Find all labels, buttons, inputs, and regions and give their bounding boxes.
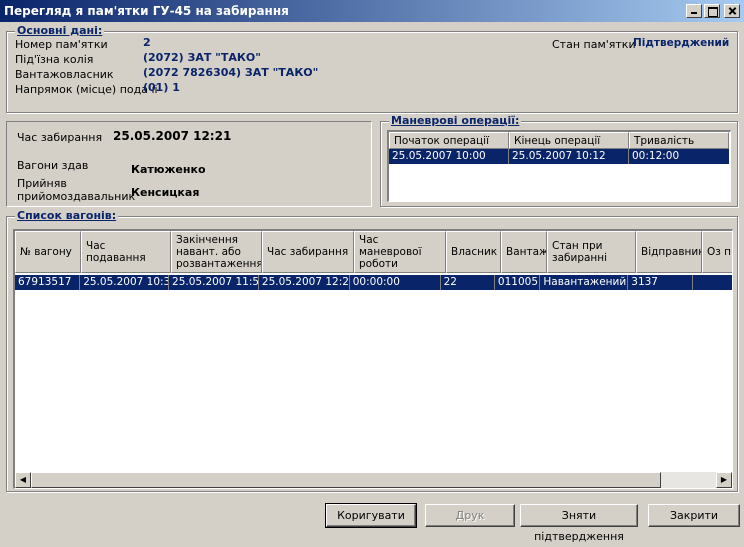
wagons-col-pickup[interactable]: Час забирання <box>262 231 354 273</box>
wagons-group: Список вагонів: № вагону Час подавання З… <box>6 209 738 492</box>
wagons-cell-state: Навантажений <box>540 275 629 290</box>
accepted-value: Кенсицкая <box>131 186 200 199</box>
wagons-header: № вагону Час подавання Закінчення навант… <box>15 231 732 273</box>
maximize-icon[interactable] <box>704 4 720 18</box>
accepted-label-1: Прийняв <box>17 177 67 190</box>
scroll-thumb[interactable] <box>31 472 661 488</box>
handed-value: Катюженко <box>131 163 206 176</box>
maneuver-col-duration[interactable]: Тривалість <box>629 132 729 149</box>
wagons-col-maneuver-time[interactable]: Час маневрової роботи <box>354 231 446 273</box>
siding-value: (2072) ЗАТ "ТАКО" <box>143 51 261 64</box>
wagons-col-extra[interactable]: Оз пі <box>702 231 732 273</box>
pickup-time-label: Час забирання <box>17 131 103 144</box>
wagons-col-sender[interactable]: Відправник <box>636 231 702 273</box>
maneuver-row[interactable]: 25.05.2007 10:00 25.05.2007 10:12 00:12:… <box>389 149 729 164</box>
state-label: Стан пам'ятки <box>552 38 636 51</box>
owner-value: (2072 7826304) ЗАТ "ТАКО" <box>143 66 319 79</box>
gu45-view-window: Перегляд я пам'ятки ГУ-45 на забирання О… <box>0 0 744 543</box>
window-title: Перегляд я пам'ятки ГУ-45 на забирання <box>4 4 289 18</box>
wagons-cell-owner: 22 <box>441 275 495 290</box>
accepted-label-2: прийомоздавальник <box>17 190 136 203</box>
pickup-time-value: 25.05.2007 12:21 <box>113 129 232 143</box>
wagons-cell-pickup: 25.05.2007 12:21 <box>259 275 350 290</box>
wagons-cell-extra <box>693 275 732 290</box>
remove-confirmation-button[interactable]: Зняти підтвердження <box>520 504 638 543</box>
scroll-left-icon[interactable]: ◀ <box>15 472 31 488</box>
maneuver-group: Маневрові операції: Початок операції Кін… <box>380 114 738 207</box>
wagons-cell-maneuver-time: 00:00:00 <box>350 275 441 290</box>
wagons-col-state[interactable]: Стан при забиранні <box>547 231 636 273</box>
siding-label: Під'їзна колія <box>15 53 94 66</box>
maneuver-cell-duration: 00:12:00 <box>632 150 680 162</box>
direction-value: (01) 1 <box>143 81 180 94</box>
state-value: Підтверджений <box>633 37 730 49</box>
wagons-cell-loading-end: 25.05.2007 11:50 <box>169 275 259 290</box>
close-button[interactable]: Закрити <box>648 504 740 527</box>
number-value: 2 <box>143 36 151 49</box>
wagons-col-arrival[interactable]: Час подавання <box>81 231 171 273</box>
pickup-panel: Час забирання 25.05.2007 12:21 Вагони зд… <box>6 121 372 207</box>
close-icon[interactable] <box>724 4 740 18</box>
direction-label: Напрямок (місце) подачі <box>15 83 158 96</box>
maneuver-cell-start: 25.05.2007 10:00 <box>389 149 509 164</box>
maneuver-list[interactable]: Початок операції Кінець операції Тривалі… <box>387 130 731 202</box>
main-data-group: Основні дані: Номер пам'ятки 2 Під'їзна … <box>6 24 738 113</box>
wagons-col-loading-end[interactable]: Закінчення навант. або розвантаження <box>171 231 262 273</box>
minimize-icon[interactable] <box>686 4 702 18</box>
scroll-right-icon[interactable]: ▶ <box>716 472 732 488</box>
wagons-col-owner[interactable]: Власник <box>446 231 501 273</box>
number-label: Номер пам'ятки <box>15 38 108 51</box>
maneuver-legend: Маневрові операції: <box>389 114 522 127</box>
main-data-legend: Основні дані: <box>15 24 105 37</box>
window-controls <box>686 4 740 18</box>
handed-label: Вагони здав <box>17 159 89 172</box>
maneuver-cell-end: 25.05.2007 10:12 <box>509 149 629 164</box>
wagons-cell-sender: 3137 <box>628 275 694 290</box>
wagons-col-number[interactable]: № вагону <box>15 231 81 273</box>
edit-button[interactable]: Коригувати <box>325 503 417 528</box>
wagons-cell-cargo: 011005 <box>495 275 541 290</box>
maneuver-col-end[interactable]: Кінець операції <box>509 132 629 149</box>
wagons-legend: Список вагонів: <box>15 209 119 222</box>
wagons-cell-number: 67913517 <box>15 275 81 290</box>
maneuver-header: Початок операції Кінець операції Тривалі… <box>389 132 729 149</box>
owner-label: Вантажовласник <box>15 68 114 81</box>
wagons-list[interactable]: № вагону Час подавання Закінчення навант… <box>13 229 733 489</box>
print-button[interactable]: Друк <box>425 504 515 527</box>
maneuver-col-start[interactable]: Початок операції <box>389 132 509 149</box>
wagons-col-cargo[interactable]: Вантаж <box>501 231 547 273</box>
wagons-cell-arrival: 25.05.2007 10:30 <box>80 275 170 290</box>
wagons-hscrollbar[interactable]: ◀ ▶ <box>15 472 732 488</box>
wagons-row[interactable]: 67913517 25.05.2007 10:30 25.05.2007 11:… <box>15 275 732 290</box>
title-bar[interactable]: Перегляд я пам'ятки ГУ-45 на забирання <box>0 0 744 22</box>
